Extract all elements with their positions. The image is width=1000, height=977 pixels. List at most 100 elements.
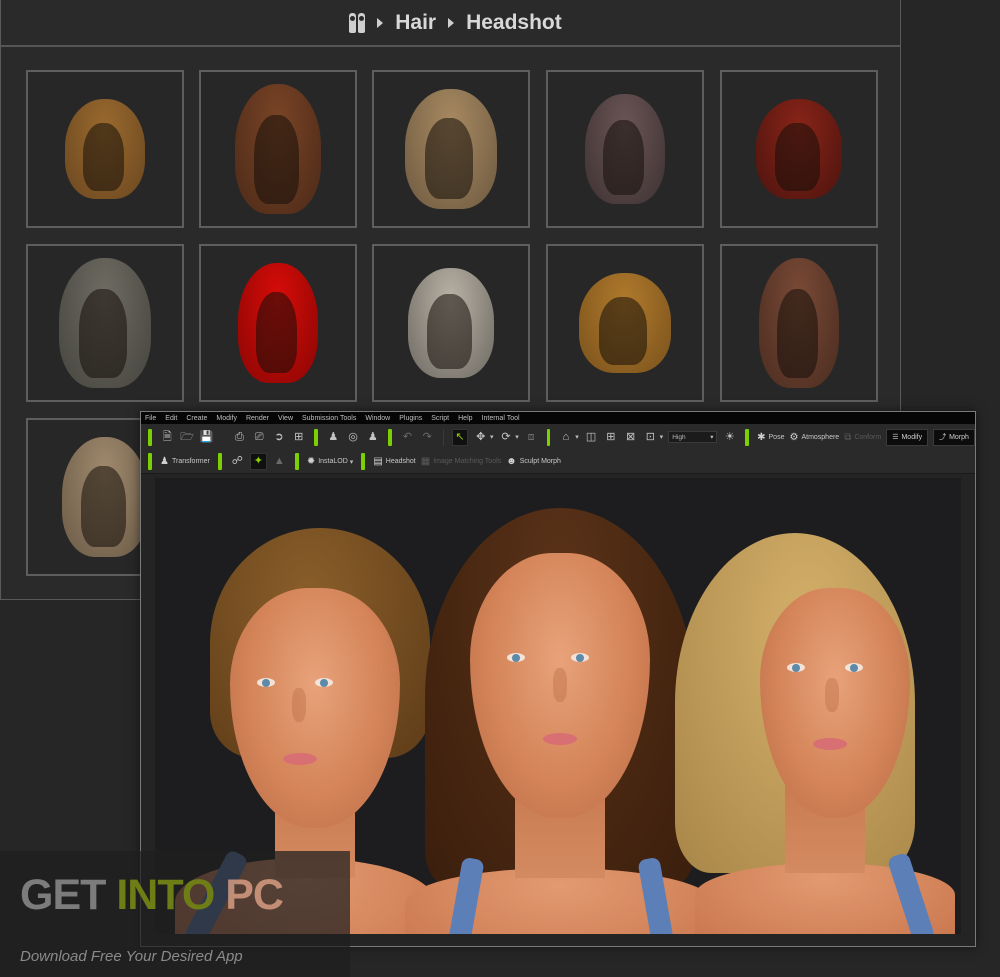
pose-label: Pose — [768, 433, 785, 441]
modify-button[interactable]: ☰ Modify — [886, 428, 929, 446]
dropdown-caret-icon[interactable]: ▾ — [350, 458, 354, 466]
hair-preview — [585, 94, 665, 204]
menu-item-plugins[interactable]: Plugins — [399, 415, 422, 422]
pose-button[interactable]: ✱ Pose — [757, 432, 784, 443]
dropdown-caret-icon[interactable]: ▾ — [515, 433, 519, 441]
new-file-icon[interactable]: 🗎 — [160, 430, 175, 445]
dropdown-caret-icon[interactable]: ▾ — [575, 433, 579, 441]
eye — [507, 653, 525, 662]
lips — [813, 738, 847, 750]
hair-inner — [80, 465, 126, 548]
scale-icon[interactable]: ⧈ — [524, 430, 539, 445]
menu-item-render[interactable]: Render — [246, 415, 269, 422]
watermark-subtitle: Download Free Your Desired App — [20, 948, 243, 965]
morph-icon: ⤴ — [939, 434, 947, 441]
conform-label: Conform — [854, 433, 882, 441]
rotate-icon[interactable]: ⟳ — [499, 430, 514, 445]
hair-thumbnail[interactable] — [546, 244, 704, 402]
menu-item-edit[interactable]: Edit — [165, 415, 177, 422]
hair-thumbnail[interactable] — [26, 70, 184, 228]
menu-item-view[interactable]: View — [278, 415, 293, 422]
dropdown-caret-icon[interactable]: ▾ — [490, 433, 494, 441]
menu-item-submission-tools[interactable]: Submission Tools — [302, 415, 356, 422]
grid-layout-icon[interactable]: ⊞ — [291, 430, 306, 445]
undo-icon[interactable]: ↶ — [400, 430, 415, 445]
move-icon[interactable]: ✥ — [473, 430, 488, 445]
breadcrumb: Hair Headshot — [1, 0, 900, 47]
atmosphere-label: Atmosphere — [801, 433, 840, 441]
hair-preview — [759, 258, 839, 388]
nose — [553, 668, 567, 702]
hair-preview — [65, 99, 145, 199]
breadcrumb-item-headshot[interactable]: Headshot — [466, 11, 562, 35]
hair-thumbnail[interactable] — [546, 70, 704, 228]
figures-icon[interactable] — [349, 12, 366, 33]
hair-thumbnail[interactable] — [26, 244, 184, 402]
import-icon[interactable]: ⎙ — [232, 430, 247, 445]
menu-item-help[interactable]: Help — [458, 415, 472, 422]
transformer-button[interactable]: ♟ Transformer — [160, 456, 210, 467]
menu-item-create[interactable]: Create — [186, 415, 207, 422]
cloth-icon[interactable]: ▲ — [272, 454, 287, 469]
headshot-button[interactable]: ▤ Headshot — [373, 456, 415, 467]
toolbar-separator — [314, 428, 318, 446]
hair-thumbnail[interactable] — [720, 70, 878, 228]
render-quality-value: High — [672, 433, 686, 441]
hair-preview — [59, 258, 151, 388]
toolbar-divider — [442, 428, 444, 446]
hair-thumbnail[interactable] — [199, 244, 357, 402]
nodes-icon[interactable]: ✦ — [249, 453, 267, 470]
character-icon[interactable]: ♟ — [326, 430, 341, 445]
zoom-extents-icon[interactable]: ⊡ — [643, 430, 658, 445]
light-icon[interactable]: ☀ — [722, 430, 737, 445]
sculpt-morph-label: Sculpt Morph — [519, 458, 561, 465]
camera-target-icon[interactable]: ◎ — [346, 430, 361, 445]
atmosphere-button[interactable]: ⚙ Atmosphere — [789, 432, 839, 443]
render-quality-select[interactable]: High ▾ — [668, 431, 718, 443]
menu-item-window[interactable]: Window — [365, 415, 390, 422]
export-icon[interactable]: ⎚ — [252, 430, 267, 445]
hair-thumbnail[interactable] — [372, 70, 530, 228]
select-arrow-icon[interactable]: ↖ — [451, 428, 469, 446]
toolbar-separator — [361, 453, 366, 470]
conform-icon: ⧉ — [844, 431, 852, 443]
hair-thumbnail[interactable] — [372, 244, 530, 402]
breadcrumb-item-hair[interactable]: Hair — [395, 11, 436, 35]
eye — [571, 653, 589, 662]
bone-edit-icon[interactable]: ☍ — [230, 454, 245, 469]
menu-item-modify[interactable]: Modify — [216, 415, 237, 422]
headshot-label: Headshot — [385, 458, 416, 465]
sculpt-morph-button[interactable]: ☻ Sculpt Morph — [506, 456, 561, 467]
instalod-button[interactable]: ✹ InstaLOD — [307, 456, 348, 467]
conform-button[interactable]: ⧉ Conform — [844, 432, 881, 443]
morph-button[interactable]: ⤴ Morph — [933, 428, 975, 446]
image-matching-button[interactable]: ▦ Image Matching Tools — [421, 456, 501, 467]
quad-view-icon[interactable]: ⊞ — [603, 430, 618, 445]
eye — [257, 678, 275, 687]
open-folder-icon[interactable]: 🗁 — [180, 430, 195, 445]
hair-thumbnail[interactable] — [720, 244, 878, 402]
figure-pose-icon[interactable]: ♟ — [365, 430, 380, 445]
hair-inner — [425, 117, 474, 200]
transformer-icon: ♟ — [160, 456, 169, 467]
watermark-logo: GET INTO PC — [20, 871, 284, 920]
hair-inner — [776, 289, 819, 378]
fit-view-icon[interactable]: ◫ — [584, 430, 599, 445]
menu-item-script[interactable]: Script — [431, 415, 449, 422]
main-toolbar: 🗎 🗁 💾 ⎙ ⎚ ➲ ⊞ ♟ ◎ ♟ ↶ ↷ ↖ ✥ ▾ ⟳ ▾ ⧈ ⌂ ▾ ◫ ⊞… — [141, 424, 975, 450]
menu-item-internal-tool[interactable]: Internal Tool — [482, 415, 520, 422]
eye — [787, 663, 805, 672]
menu-item-file[interactable]: File — [145, 415, 156, 422]
watermark-pc: PC — [214, 871, 284, 919]
redo-icon[interactable]: ↷ — [420, 430, 435, 445]
pose-icon: ✱ — [757, 431, 766, 443]
hair-thumbnail[interactable] — [199, 70, 357, 228]
character-right[interactable] — [675, 533, 955, 934]
send-icon[interactable]: ➲ — [272, 430, 287, 445]
home-icon[interactable]: ⌂ — [558, 430, 573, 445]
chevron-down-icon: ▾ — [710, 434, 714, 441]
save-icon[interactable]: 💾 — [199, 430, 214, 445]
character-center[interactable] — [405, 508, 715, 934]
dropdown-caret-icon[interactable]: ▾ — [660, 433, 664, 441]
frame-selected-icon[interactable]: ⊠ — [623, 430, 638, 445]
